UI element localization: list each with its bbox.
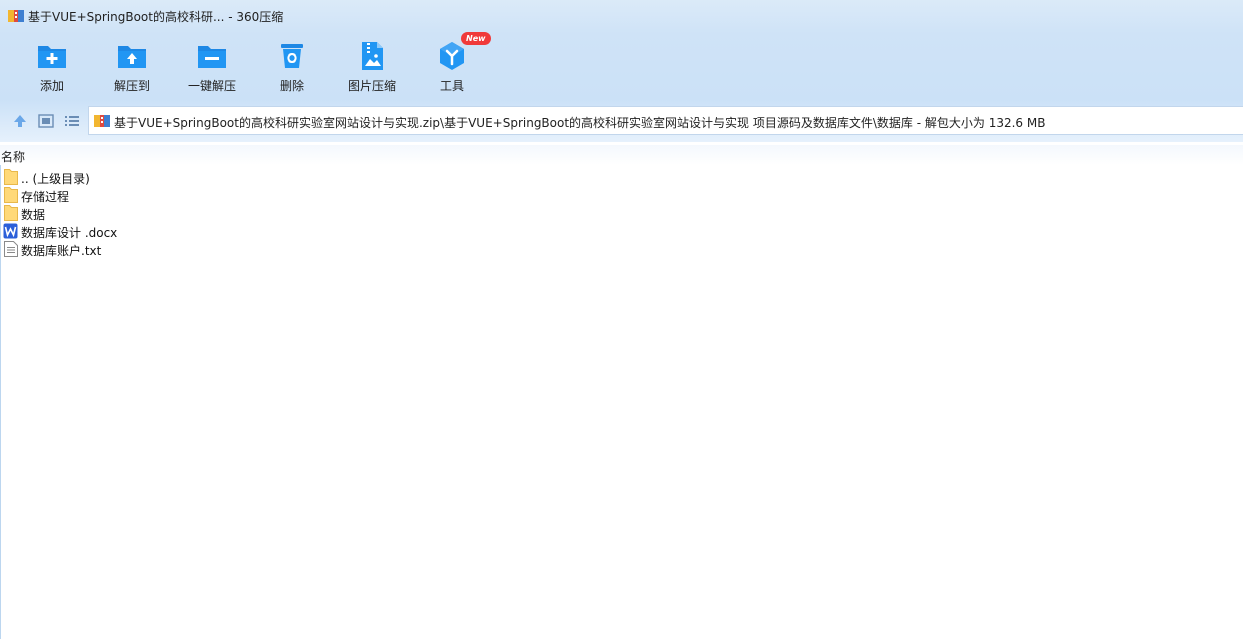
text-file-icon	[4, 241, 18, 257]
add-label: 添加	[39, 79, 64, 93]
extract-to-button[interactable]: 解压到	[92, 36, 172, 100]
column-header-name[interactable]: 名称	[1, 148, 25, 165]
image-compress-label: 图片压缩	[347, 79, 396, 93]
list-item-name: 数据	[21, 208, 46, 222]
list-item-name: .. (上级目录)	[21, 172, 90, 186]
list-item-name: 数据库设计 .docx	[21, 226, 118, 240]
list-item-parent-directory[interactable]: .. (上级目录)	[0, 168, 1243, 186]
thumbnail-view-icon[interactable]	[37, 112, 55, 130]
app-window: 基于VUE+SpringBoot的高校科研... - 360压缩 添加 解压到 …	[0, 0, 1243, 639]
list-item-file[interactable]: 数据库账户.txt	[0, 240, 1243, 258]
folder-icon	[4, 187, 18, 203]
list-item-file[interactable]: 数据库设计 .docx	[0, 222, 1243, 240]
archive-icon	[94, 115, 110, 127]
title-bar: 基于VUE+SpringBoot的高校科研... - 360压缩	[0, 0, 1243, 32]
image-compress-icon	[362, 42, 383, 70]
list-view-icon[interactable]	[63, 112, 81, 130]
window-title: 基于VUE+SpringBoot的高校科研... - 360压缩	[28, 10, 284, 24]
delete-icon	[281, 44, 303, 68]
toolbar: 添加 解压到 一键解压 删除 图片压缩 New 工具	[0, 32, 1243, 100]
list-item-folder[interactable]: 数据	[0, 204, 1243, 222]
up-level-icon[interactable]	[11, 112, 29, 130]
tools-button[interactable]: New 工具	[412, 32, 492, 100]
one-click-extract-label: 一键解压	[187, 79, 236, 93]
tools-icon	[440, 42, 464, 70]
list-item-folder[interactable]: 存储过程	[0, 186, 1243, 204]
address-path: 基于VUE+SpringBoot的高校科研实验室网站设计与实现.zip\基于VU…	[114, 116, 1046, 130]
list-item-name: 存储过程	[21, 190, 70, 204]
new-badge: New	[461, 32, 491, 45]
add-button[interactable]: 添加	[12, 36, 92, 100]
extract-to-label: 解压到	[113, 79, 150, 93]
add-icon	[38, 46, 66, 68]
archive-icon	[8, 10, 24, 22]
word-document-icon	[3, 223, 18, 239]
one-click-extract-button[interactable]: 一键解压	[172, 36, 252, 100]
image-compress-button[interactable]: 图片压缩	[332, 36, 412, 100]
list-header: 名称	[0, 145, 1243, 165]
extract-to-icon	[118, 46, 146, 68]
folder-icon	[4, 205, 18, 221]
delete-label: 删除	[279, 79, 304, 93]
top-area: 基于VUE+SpringBoot的高校科研... - 360压缩 添加 解压到 …	[0, 0, 1243, 142]
one-click-extract-icon	[198, 46, 226, 68]
delete-button[interactable]: 删除	[252, 36, 332, 100]
list-item-name: 数据库账户.txt	[21, 244, 102, 258]
folder-icon	[4, 169, 18, 185]
tools-label: 工具	[439, 79, 464, 93]
address-bar[interactable]: 基于VUE+SpringBoot的高校科研实验室网站设计与实现.zip\基于VU…	[88, 106, 1243, 135]
file-list: .. (上级目录) 存储过程 数据 数据库设计 .docx 数据库账户.txt	[0, 168, 1243, 258]
